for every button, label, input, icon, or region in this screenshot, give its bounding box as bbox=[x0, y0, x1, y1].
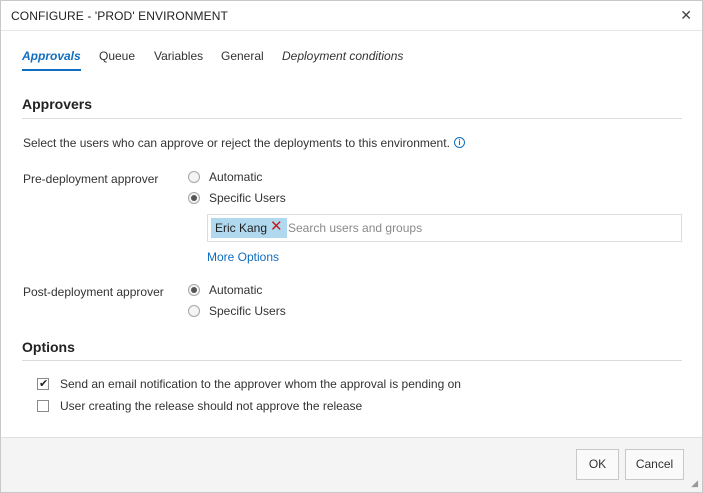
dialog-titlebar: CONFIGURE - 'PROD' ENVIRONMENT ✕ bbox=[1, 1, 702, 31]
info-icon[interactable]: i bbox=[454, 137, 465, 148]
email-notification-checkbox[interactable] bbox=[37, 377, 49, 390]
approvers-heading: Approvers bbox=[22, 96, 93, 112]
options-divider bbox=[22, 360, 682, 361]
resize-grip-icon[interactable]: ◢ bbox=[691, 478, 698, 489]
active-tab-indicator bbox=[22, 69, 81, 71]
approvers-divider bbox=[22, 118, 682, 119]
remove-user-icon[interactable]: ✕ bbox=[270, 219, 283, 234]
tab-deployment-conditions[interactable]: Deployment conditions bbox=[282, 49, 403, 63]
radio-label: Automatic bbox=[209, 283, 263, 297]
cancel-button[interactable]: Cancel bbox=[625, 449, 684, 480]
radio-label: Specific Users bbox=[209, 191, 286, 205]
radio-label: Specific Users bbox=[209, 304, 286, 318]
user-chip-name: Eric Kang bbox=[215, 221, 268, 235]
radio-button[interactable] bbox=[188, 192, 200, 204]
more-options-link[interactable]: More Options bbox=[207, 250, 279, 264]
configure-environment-dialog: CONFIGURE - 'PROD' ENVIRONMENT ✕ Approva… bbox=[0, 0, 703, 493]
post-deployment-label: Post-deployment approver bbox=[23, 285, 164, 299]
radio-button[interactable] bbox=[188, 284, 200, 296]
tab-queue[interactable]: Queue bbox=[99, 49, 135, 63]
dialog-footer: OK Cancel ◢ bbox=[1, 437, 702, 492]
checkbox-label: Send an email notification to the approv… bbox=[60, 377, 461, 391]
user-chip: Eric Kang ✕ bbox=[211, 218, 287, 238]
tab-approvals[interactable]: Approvals bbox=[22, 49, 81, 63]
approver-picker[interactable]: Eric Kang ✕ bbox=[207, 214, 682, 242]
pre-deployment-label: Pre-deployment approver bbox=[23, 172, 159, 186]
tab-variables[interactable]: Variables bbox=[154, 49, 203, 63]
checkbox-label: User creating the release should not app… bbox=[60, 399, 363, 413]
no-self-approval-checkbox[interactable] bbox=[37, 400, 49, 412]
radio-button[interactable] bbox=[188, 305, 200, 317]
search-users-input[interactable] bbox=[288, 216, 668, 240]
tab-general[interactable]: General bbox=[221, 49, 264, 63]
ok-button[interactable]: OK bbox=[576, 449, 619, 480]
options-heading: Options bbox=[22, 339, 75, 355]
radio-button[interactable] bbox=[188, 171, 200, 183]
dialog-title: CONFIGURE - 'PROD' ENVIRONMENT bbox=[11, 9, 228, 23]
close-icon[interactable]: ✕ bbox=[680, 7, 692, 24]
radio-label: Automatic bbox=[209, 170, 263, 184]
approvers-description: Select the users who can approve or reje… bbox=[23, 136, 450, 150]
